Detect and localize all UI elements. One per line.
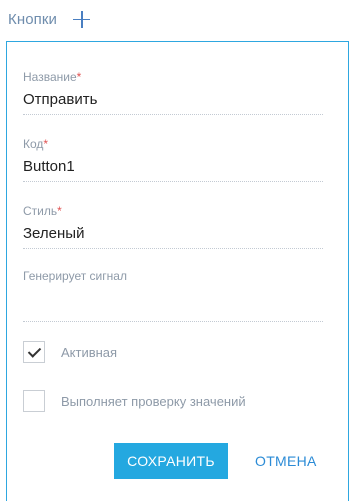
field-underline <box>23 114 323 115</box>
name-field[interactable]: Название* Отправить <box>23 70 323 115</box>
field-underline <box>23 248 323 249</box>
active-checkbox-label: Активная <box>61 344 118 360</box>
validate-checkbox[interactable] <box>23 390 45 412</box>
validate-checkbox-label: Выполняет проверку значений <box>61 393 246 409</box>
required-marker: * <box>43 137 49 151</box>
field-underline <box>23 321 323 322</box>
field-underline <box>23 181 323 182</box>
code-field-value[interactable]: Button1 <box>23 158 323 178</box>
signal-field[interactable]: Генерирует сигнал <box>23 269 323 322</box>
required-marker: * <box>76 70 82 84</box>
style-field-value[interactable]: Зеленый <box>23 225 323 245</box>
cancel-button[interactable]: ОТМЕНА <box>255 443 317 479</box>
code-field[interactable]: Код* Button1 <box>23 137 323 182</box>
validate-checkbox-row[interactable]: Выполняет проверку значений <box>23 390 246 412</box>
style-field-label: Стиль* <box>23 204 62 218</box>
plus-icon[interactable] <box>73 10 91 28</box>
section-header: Кнопки <box>8 8 91 30</box>
code-field-label: Код* <box>23 137 49 151</box>
required-marker: * <box>57 204 62 218</box>
signal-field-value[interactable] <box>23 290 323 318</box>
style-field[interactable]: Стиль* Зеленый <box>23 204 323 249</box>
name-field-label: Название* <box>23 70 82 84</box>
section-title: Кнопки <box>8 10 58 28</box>
active-checkbox[interactable] <box>23 341 45 363</box>
button-edit-panel: Название* Отправить Код* Button1 Стиль* … <box>6 41 349 501</box>
name-field-value[interactable]: Отправить <box>23 91 323 111</box>
signal-field-label: Генерирует сигнал <box>23 269 127 283</box>
save-button[interactable]: СОХРАНИТЬ <box>114 443 228 479</box>
active-checkbox-row[interactable]: Активная <box>23 341 117 363</box>
